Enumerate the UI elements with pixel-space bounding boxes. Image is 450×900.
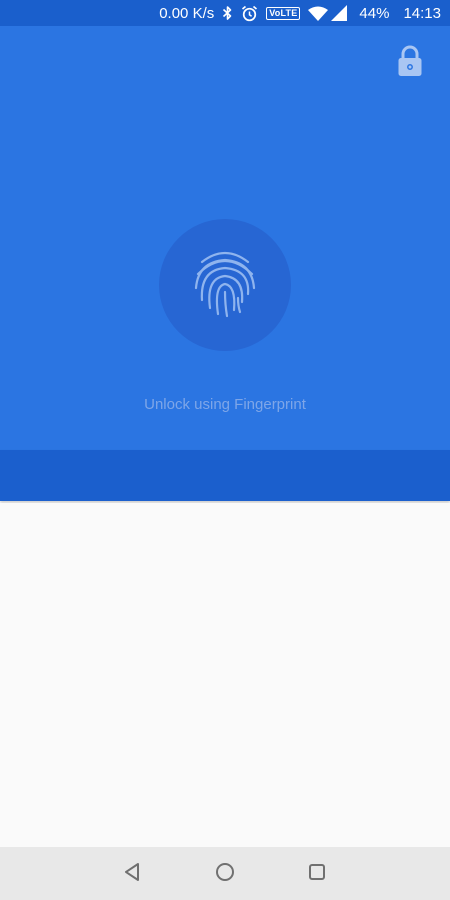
recents-icon bbox=[308, 863, 326, 886]
clock: 14:13 bbox=[403, 4, 441, 22]
back-icon bbox=[123, 862, 141, 887]
content-area bbox=[0, 503, 450, 847]
fingerprint-sensor[interactable] bbox=[159, 219, 291, 351]
wifi-icon bbox=[308, 6, 329, 21]
lock-screen-header: Unlock using Fingerprint bbox=[0, 26, 450, 450]
back-button[interactable] bbox=[118, 860, 146, 888]
network-speed: 0.00 K/s bbox=[159, 4, 215, 22]
status-bar: 0.00 K/s VoLTE 44% 14:13 bbox=[0, 0, 450, 26]
recents-button[interactable] bbox=[303, 860, 331, 888]
alarm-icon bbox=[241, 5, 258, 22]
fingerprint-icon bbox=[192, 248, 258, 323]
home-icon bbox=[215, 862, 235, 887]
home-button[interactable] bbox=[211, 860, 239, 888]
signal-icon bbox=[331, 5, 348, 21]
volte-badge: VoLTE bbox=[266, 6, 301, 20]
navigation-bar bbox=[0, 847, 450, 900]
app-bar bbox=[0, 450, 450, 501]
lock-button[interactable] bbox=[396, 45, 424, 82]
bluetooth-icon bbox=[222, 5, 233, 21]
battery-percent: 44% bbox=[359, 4, 390, 22]
lock-icon bbox=[397, 45, 423, 82]
unlock-message: Unlock using Fingerprint bbox=[144, 396, 306, 413]
